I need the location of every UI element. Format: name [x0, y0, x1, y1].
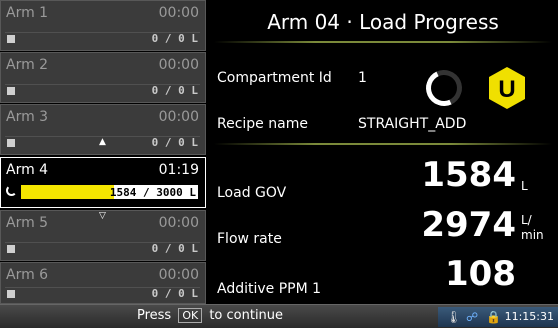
arm-progress: 0 / 0 L — [5, 32, 200, 46]
arm-time: 00:00 — [158, 267, 199, 283]
arm-item-1[interactable]: Arm 1 00:00 0 / 0 L — [0, 0, 206, 51]
arm-item-6[interactable]: Arm 6 00:00 0 / 0 L — [0, 262, 206, 304]
compartment-value: 1 — [358, 70, 367, 86]
arm-progress: 0 / 0 L — [5, 242, 200, 256]
arm-item-2[interactable]: Arm 2 00:00 0 / 0 L — [0, 52, 206, 103]
prompt-text: to continue — [209, 308, 284, 323]
flow-rate-label: Flow rate — [217, 231, 282, 247]
additive-value: 108 — [445, 254, 516, 294]
load-gov-unit: L — [521, 179, 528, 193]
arm-name: Arm 4 — [6, 162, 49, 178]
arm-time: 00:00 — [158, 57, 199, 73]
arm-volume: 0 / 0 L — [151, 136, 198, 149]
loading-spinner-icon — [420, 64, 468, 112]
status-square-icon — [7, 245, 15, 253]
arm-item-4[interactable]: Arm 4 01:19 1584 / 3000 L — [0, 157, 206, 208]
u-badge-icon: U — [489, 67, 525, 109]
status-square-icon — [7, 290, 15, 298]
recipe-value: STRAIGHT_ADD — [358, 116, 467, 132]
status-square-icon — [7, 35, 15, 43]
arm-progress: 0 / 0 L — [5, 84, 200, 98]
arm-item-3[interactable]: Arm 3 00:00 ▲ 0 / 0 L — [0, 104, 206, 155]
arm-name: Arm 2 — [6, 57, 49, 73]
arm-progress: 0 / 0 L — [5, 287, 200, 301]
system-tray: 🌡 ☍ 🔒 11:15:31 — [438, 307, 558, 327]
flow-rate-value: 2974 — [421, 205, 516, 245]
loading-spinner-icon — [6, 185, 17, 196]
lock-icon: 🔒 — [486, 310, 501, 324]
arm-progress: 0 / 0 L — [5, 136, 200, 150]
arm-time: 00:00 — [158, 5, 199, 21]
thermometer-icon: 🌡 — [446, 310, 462, 324]
recipe-label: Recipe name — [217, 116, 308, 132]
arm-volume: 0 / 0 L — [151, 32, 198, 45]
arm-time: 00:00 — [158, 109, 199, 125]
arm-time: 01:19 — [158, 162, 199, 178]
status-bar: Press OK to continue 🌡 ☍ 🔒 11:15:31 — [0, 304, 558, 328]
ok-key[interactable]: OK — [178, 308, 203, 323]
continue-prompt: Press OK to continue — [0, 308, 420, 323]
arm-name: Arm 5 — [6, 215, 49, 231]
status-square-icon — [7, 87, 15, 95]
load-gov-label: Load GOV — [217, 185, 287, 201]
load-gov-value: 1584 — [421, 155, 516, 195]
clock: 11:15:31 — [504, 310, 554, 323]
status-square-icon — [7, 139, 15, 147]
divider — [214, 143, 552, 145]
arm-volume: 0 / 0 L — [151, 287, 198, 300]
load-progress-panel: Arm 04 · Load Progress Compartment Id 1 … — [208, 0, 558, 304]
arm-time: 00:00 — [158, 215, 199, 231]
arm-progress: 1584 / 3000 L — [5, 184, 200, 199]
flow-rate-unit-top: L/ — [521, 213, 532, 227]
arm-volume: 0 / 0 L — [151, 242, 198, 255]
arm-list: Arm 1 00:00 0 / 0 L Arm 2 00:00 0 / 0 L … — [0, 0, 206, 304]
down-arrow-icon[interactable]: ▽ — [99, 211, 106, 221]
arm-volume: 0 / 0 L — [151, 84, 198, 97]
flow-rate-unit-bottom: min — [521, 228, 544, 242]
prompt-text: Press — [136, 308, 172, 323]
svg-text:U: U — [498, 76, 515, 103]
arm-name: Arm 1 — [6, 5, 49, 21]
network-icon: ☍ — [466, 310, 479, 324]
progress-track: 1584 / 3000 L — [21, 185, 198, 199]
arm-volume: 1584 / 3000 L — [109, 186, 196, 199]
arm-item-5[interactable]: ▽ Arm 5 00:00 0 / 0 L — [0, 210, 206, 261]
page-title: Arm 04 · Load Progress — [267, 10, 499, 34]
arm-name: Arm 3 — [6, 109, 49, 125]
compartment-label: Compartment Id — [217, 70, 332, 86]
divider — [214, 41, 552, 43]
progress-fill — [21, 185, 115, 199]
additive-label: Additive PPM 1 — [217, 281, 322, 297]
arm-name: Arm 6 — [6, 267, 49, 283]
